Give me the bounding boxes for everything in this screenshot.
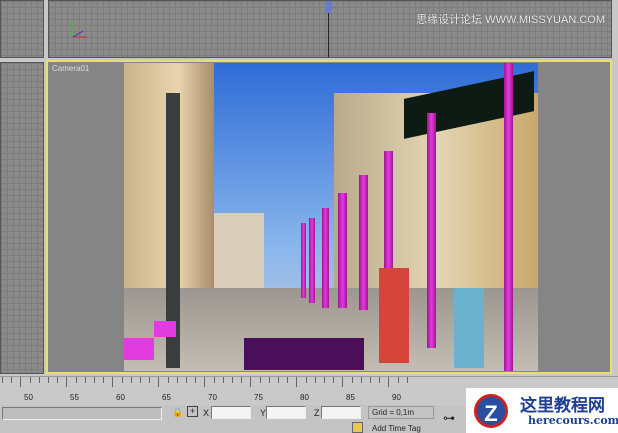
timeline-tick-mark [57, 377, 59, 383]
timeline-tick-mark [20, 377, 22, 387]
logo-title: 这里教程网 [520, 396, 605, 416]
timeline-tick-mark [130, 377, 132, 383]
x-label: X [203, 408, 210, 418]
timeline-tick-mark [351, 377, 353, 383]
viewport-left-bottom[interactable] [0, 62, 44, 374]
timeline-tick-mark [222, 377, 224, 383]
magenta-pillar [309, 218, 315, 303]
timeline-tick-label: 90 [392, 393, 401, 402]
timeline-tick-mark [2, 377, 3, 383]
timeline-tick-mark [94, 377, 95, 383]
timeline-tick-mark [84, 377, 86, 383]
prompt-line [2, 407, 162, 420]
magenta-pillar [427, 113, 436, 348]
y-field[interactable] [266, 406, 306, 419]
timeline-tick-label: 50 [24, 393, 33, 402]
timeline-tick-mark [204, 377, 206, 387]
timeline-tick-mark [38, 377, 40, 383]
timeline-tick-label: 60 [116, 393, 125, 402]
magenta-pillar [359, 175, 368, 310]
timeline-tick-mark [250, 377, 252, 387]
timeline-tick-mark [379, 377, 381, 383]
timeline-tick-mark [158, 377, 160, 387]
timeline-tick-mark [342, 377, 344, 387]
magenta-pillar [338, 193, 347, 308]
timeline-tick-mark [360, 377, 362, 383]
viewport-left-top[interactable] [0, 0, 44, 58]
timeline-tick-mark [296, 377, 298, 387]
timeline-tick-mark [11, 377, 13, 383]
timeline-tick-mark [305, 377, 307, 383]
site-logo: Z 这里教程网 herecours.com [466, 388, 618, 433]
timeline-tick-mark [324, 377, 325, 383]
timeline-tick-mark [121, 377, 123, 383]
timeline-tick-mark [48, 377, 49, 383]
timeline-tick-mark [149, 377, 151, 383]
key-icon[interactable]: ⊶ [443, 411, 455, 425]
magenta-pillar [504, 63, 513, 371]
lock-icon[interactable]: 🔒 [172, 407, 183, 418]
timeline-tick-mark [167, 377, 169, 383]
timeline-tick-label: 75 [254, 393, 263, 402]
z-field[interactable] [321, 406, 361, 419]
timeline-tick-mark [287, 377, 289, 383]
purple-floor-plane [244, 338, 364, 370]
timeline-tick-mark [213, 377, 215, 383]
timeline-tick-label: 65 [162, 393, 171, 402]
timeline-tick-mark [314, 377, 316, 383]
logo-z-icon: Z [474, 394, 508, 428]
axis-gizmo-icon [72, 21, 87, 38]
magenta-pillar [301, 223, 306, 298]
timeline-tick-mark [370, 377, 371, 383]
timeline-tick-mark [75, 377, 77, 383]
timeline-tick-mark [195, 377, 197, 383]
z-label: Z [314, 408, 320, 418]
viewport-camera[interactable]: Camera01 [46, 60, 612, 374]
timeline-tick-mark [268, 377, 270, 383]
timeline-tick-mark [232, 377, 233, 383]
timeline-tick-label: 55 [70, 393, 79, 402]
background-photo [124, 63, 538, 371]
timeline-tick-mark [29, 377, 31, 383]
logo-url: herecours.com [528, 414, 618, 427]
x-field[interactable] [211, 406, 251, 419]
timeline-tick-mark [333, 377, 335, 383]
magenta-box [124, 338, 154, 360]
magenta-pillar [322, 208, 329, 308]
timeline-tick-label: 85 [346, 393, 355, 402]
timeline-tick-mark [186, 377, 187, 383]
add-time-tag-button[interactable]: Add Time Tag [372, 424, 421, 433]
timeline-tick-mark [397, 377, 399, 383]
timeline-tick-mark [112, 377, 114, 387]
timeline-tick-mark [140, 377, 141, 383]
timeline-tick-mark [259, 377, 261, 383]
grid-size: Grid = 0,1m [368, 406, 434, 419]
timeline-tick-mark [241, 377, 243, 383]
timeline-tick-mark [103, 377, 105, 383]
magenta-box [154, 321, 176, 337]
timeline-tick-mark [388, 377, 390, 387]
time-tag-icon[interactable] [352, 422, 363, 433]
watermark: 思缘设计论坛 WWW.MISSYUAN.COM [416, 14, 605, 26]
timeline-tick-label: 70 [208, 393, 217, 402]
pedestrian-blue-shirt [454, 288, 484, 368]
timeline-tick-mark [176, 377, 178, 383]
absolute-mode-icon[interactable]: + [187, 406, 198, 417]
timeline-tick-mark [66, 377, 68, 387]
viewport-label[interactable]: Camera01 [52, 64, 89, 73]
camera-icon[interactable] [325, 1, 332, 13]
timeline-tick-mark [406, 377, 408, 383]
timeline-tick-label: 80 [300, 393, 309, 402]
viewport-top[interactable]: 思缘设计论坛 WWW.MISSYUAN.COM [48, 0, 612, 58]
timeline-tick-mark [278, 377, 279, 383]
pedestrian-red-shirt [379, 268, 409, 363]
